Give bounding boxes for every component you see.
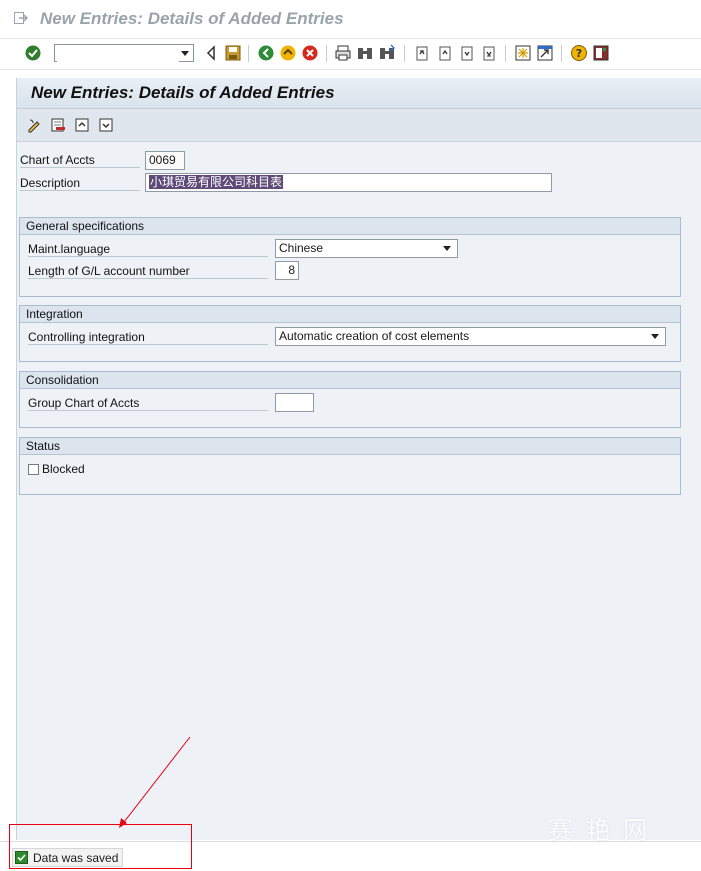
previous-page-icon[interactable]	[436, 44, 454, 62]
exit-icon[interactable]	[279, 44, 297, 62]
svg-text:?: ?	[576, 47, 582, 60]
blocked-checkbox[interactable]	[28, 464, 39, 475]
status-message[interactable]: Data was saved	[12, 848, 124, 867]
next-page-icon[interactable]	[458, 44, 476, 62]
screen-area: New Entries: Details of Added Entries Ch…	[16, 78, 701, 840]
title-bar: New Entries: Details of Added Entries	[0, 0, 701, 39]
maint-language-label: Maint.language	[28, 242, 268, 257]
general-specifications-group: General specifications Maint.language Ch…	[19, 217, 681, 297]
save-icon[interactable]	[224, 44, 242, 62]
chevron-down-icon[interactable]	[443, 246, 451, 251]
shortcut-icon[interactable]	[536, 44, 554, 62]
help-icon[interactable]: ?	[570, 44, 588, 62]
find-icon[interactable]	[356, 44, 374, 62]
next-entry-icon[interactable]	[98, 117, 114, 133]
maint-language-select[interactable]: Chinese	[275, 239, 458, 258]
command-input[interactable]	[57, 46, 179, 62]
gl-length-label: Length of G/L account number	[28, 264, 268, 279]
application-toolbar	[17, 109, 701, 142]
change-icon[interactable]	[27, 117, 43, 133]
last-page-icon[interactable]	[480, 44, 498, 62]
chevron-down-icon[interactable]	[651, 334, 659, 339]
back-icon[interactable]	[203, 44, 221, 62]
print-icon[interactable]	[334, 44, 352, 62]
group-chart-label: Group Chart of Accts	[28, 396, 268, 411]
previous-entry-icon[interactable]	[74, 117, 90, 133]
back-green-icon[interactable]	[257, 44, 275, 62]
command-field[interactable]	[54, 44, 194, 62]
blocked-label: Blocked	[42, 462, 85, 476]
layout-icon[interactable]	[592, 44, 610, 62]
group-title: Integration	[20, 306, 680, 323]
find-next-icon[interactable]	[378, 44, 396, 62]
status-bar: Data was saved	[0, 841, 701, 871]
integration-group: Integration Controlling integration Auto…	[19, 305, 681, 362]
description-label: Description	[20, 176, 140, 191]
description-field[interactable]: 小琪贸易有限公司科目表	[145, 173, 552, 192]
group-title: Consolidation	[20, 372, 680, 389]
controlling-integration-value: Automatic creation of cost elements	[279, 329, 470, 343]
controlling-integration-select[interactable]: Automatic creation of cost elements	[275, 327, 666, 346]
group-chart-field[interactable]	[275, 393, 314, 412]
window-title: New Entries: Details of Added Entries	[40, 9, 344, 28]
delete-icon[interactable]	[50, 117, 66, 133]
cancel-icon[interactable]	[301, 44, 319, 62]
first-page-icon[interactable]	[413, 44, 431, 62]
menu-exit-icon[interactable]	[14, 12, 28, 24]
status-message-text: Data was saved	[33, 850, 119, 865]
watermark: 赛 艳 网	[548, 816, 651, 844]
standard-toolbar: ?	[0, 39, 701, 70]
create-session-icon[interactable]	[514, 44, 532, 62]
status-group: Status Blocked	[19, 437, 681, 495]
group-title: General specifications	[20, 218, 680, 235]
maint-language-value: Chinese	[279, 241, 324, 255]
controlling-integration-label: Controlling integration	[28, 330, 268, 345]
enter-icon[interactable]	[24, 44, 42, 62]
description-value: 小琪贸易有限公司科目表	[149, 175, 284, 189]
consolidation-group: Consolidation Group Chart of Accts	[19, 371, 681, 428]
chart-of-accts-label: Chart of Accts	[20, 153, 140, 168]
success-check-icon	[15, 851, 28, 864]
gl-length-field[interactable]: 8	[275, 261, 299, 280]
page-title: New Entries: Details of Added Entries	[31, 83, 335, 102]
group-title: Status	[20, 438, 680, 455]
chart-of-accts-field[interactable]: 0069	[145, 151, 185, 170]
screen-header: New Entries: Details of Added Entries	[17, 78, 701, 109]
chevron-down-icon[interactable]	[181, 51, 189, 56]
